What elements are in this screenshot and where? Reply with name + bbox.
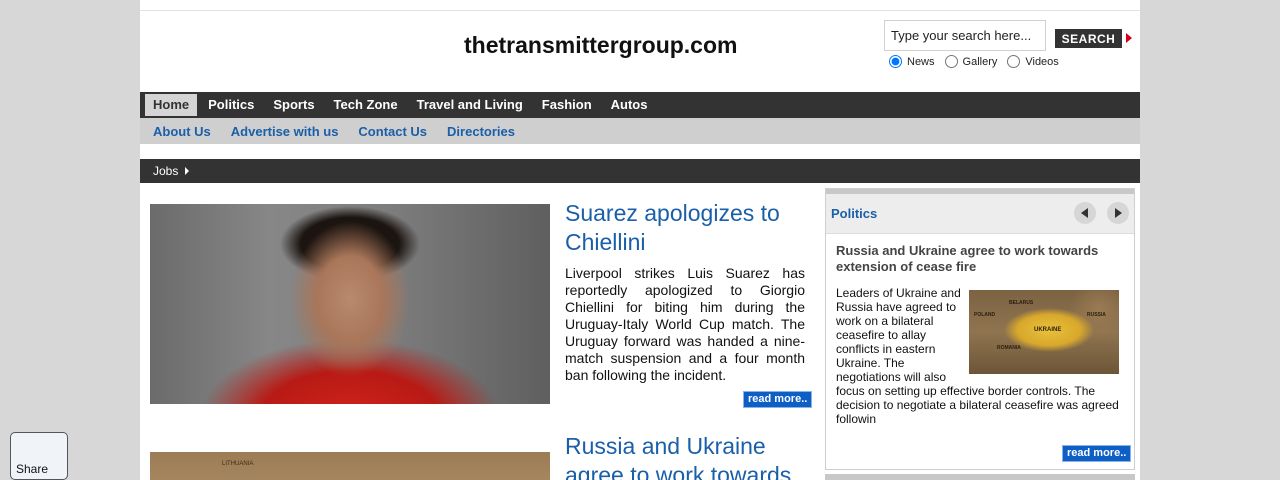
nav-fashion[interactable]: Fashion <box>534 94 600 116</box>
radio-gallery[interactable]: Gallery <box>944 55 998 68</box>
map-label: UKRAINE <box>1034 327 1062 333</box>
nav-politics[interactable]: Politics <box>200 94 262 116</box>
page-container: thetransmittergroup.com SEARCH News Gall… <box>140 0 1140 480</box>
subnav-advertise[interactable]: Advertise with us <box>231 124 339 139</box>
share-button[interactable]: Share <box>10 432 68 480</box>
sidebar-next-box <box>825 474 1135 480</box>
article-summary: Liverpool strikes Luis Suarez has report… <box>565 265 805 383</box>
nav-home[interactable]: Home <box>145 94 198 116</box>
radio-videos-input[interactable] <box>1007 55 1021 68</box>
nav-tech-zone[interactable]: Tech Zone <box>326 94 406 116</box>
share-label: Share <box>16 462 49 476</box>
prev-arrow-icon[interactable] <box>1074 202 1096 224</box>
article-image-suarez[interactable] <box>150 204 550 404</box>
sidebar-header: Politics <box>826 194 1134 234</box>
nav-sports[interactable]: Sports <box>265 94 322 116</box>
jobs-bar: Jobs <box>140 159 1140 183</box>
top-divider <box>140 10 1140 11</box>
sidebar-section-title[interactable]: Politics <box>831 206 877 221</box>
sub-nav: About Us Advertise with us Contact Us Di… <box>140 118 1140 144</box>
article-title[interactable]: Russia and Ukraine agree to work towards <box>565 432 810 480</box>
nav-jobs-label: Jobs <box>153 164 179 178</box>
map-label: BELARUS <box>1009 300 1034 306</box>
radio-news-label: News <box>907 55 935 68</box>
radio-news-input[interactable] <box>889 55 902 68</box>
search-scope-radios: News Gallery Videos <box>889 55 1069 68</box>
search-button[interactable]: SEARCH <box>1055 29 1122 48</box>
radio-gallery-input[interactable] <box>944 55 958 68</box>
map-label: POLAND <box>974 312 996 318</box>
subnav-about-us[interactable]: About Us <box>153 124 211 139</box>
read-more-button[interactable]: read more.. <box>743 391 813 408</box>
nav-travel-and-living[interactable]: Travel and Living <box>409 94 531 116</box>
sidebar-article-image-map[interactable]: BELARUS POLAND UKRAINE RUSSIA ROMANIA <box>969 290 1119 374</box>
map-label: ROMANIA <box>997 345 1021 351</box>
nav-jobs[interactable]: Jobs <box>153 164 190 178</box>
main-nav: Home Politics Sports Tech Zone Travel an… <box>140 92 1140 118</box>
map-label: LITHUANIA <box>222 461 254 467</box>
caret-right-icon <box>185 167 190 175</box>
site-title[interactable]: thetransmittergroup.com <box>464 32 737 59</box>
sidebar-read-more-button[interactable]: read more.. <box>1062 445 1132 462</box>
nav-autos[interactable]: Autos <box>603 94 656 116</box>
article-title[interactable]: Suarez apologizes to Chiellini <box>565 199 810 257</box>
radio-news[interactable]: News <box>889 55 935 68</box>
sidebar-article-title[interactable]: Russia and Ukraine agree to work towards… <box>836 243 1126 275</box>
radio-videos-label: Videos <box>1025 55 1059 68</box>
article-image-ukraine-map[interactable]: LITHUANIA <box>150 452 550 480</box>
subnav-contact-us[interactable]: Contact Us <box>358 124 427 139</box>
search-input[interactable] <box>884 20 1046 51</box>
next-arrow-icon[interactable] <box>1107 202 1129 224</box>
radio-gallery-label: Gallery <box>962 55 998 68</box>
sidebar-article-summary-end: focus on setting up effective border con… <box>836 384 1119 426</box>
search-arrow-icon <box>1126 33 1132 43</box>
subnav-directories[interactable]: Directories <box>447 124 515 139</box>
map-label: RUSSIA <box>1087 312 1106 318</box>
politics-sidebar: Politics Russia and Ukraine agree to wor… <box>825 188 1135 470</box>
radio-videos[interactable]: Videos <box>1007 55 1059 68</box>
sidebar-article-summary-start: Leaders of Ukraine and Russia have agree… <box>836 286 961 384</box>
